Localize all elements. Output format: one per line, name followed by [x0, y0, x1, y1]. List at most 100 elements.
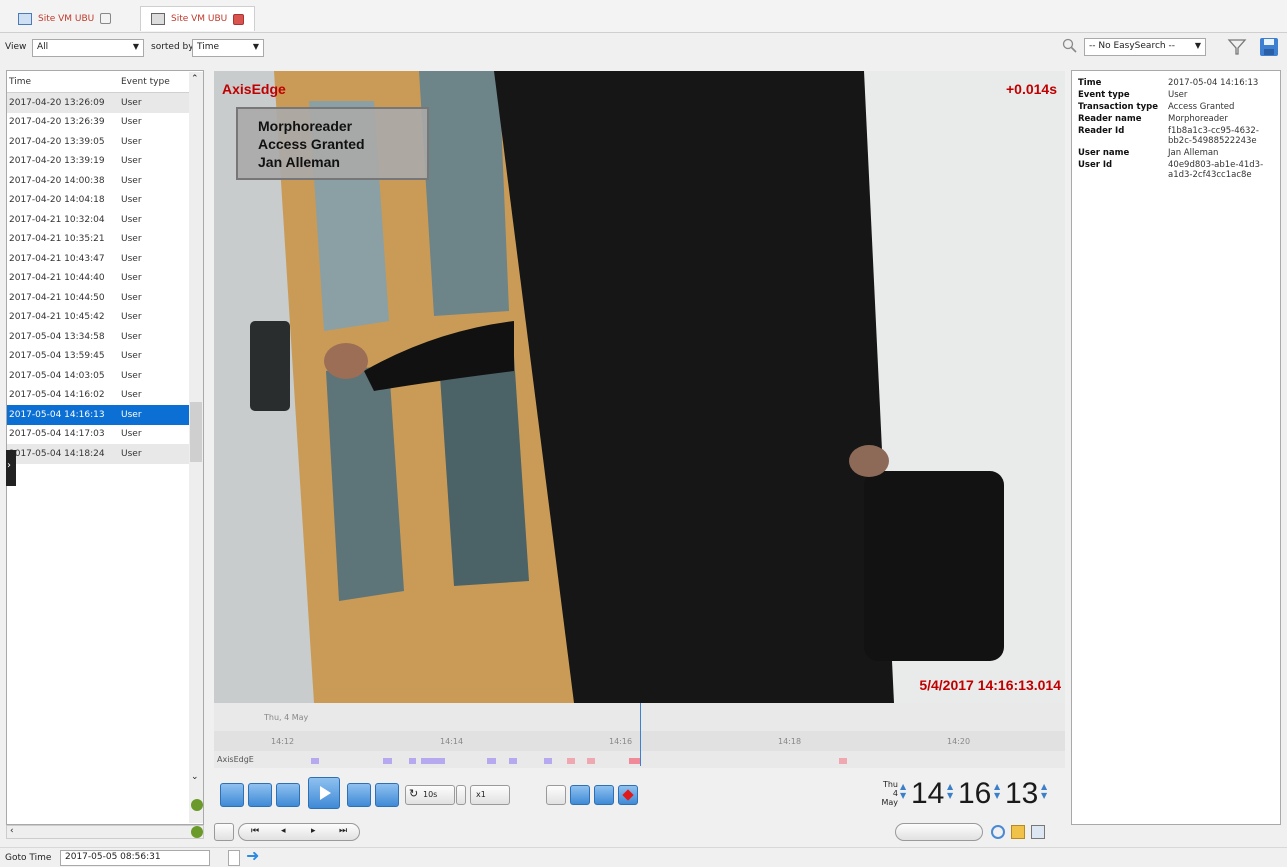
snapshot-button[interactable] — [594, 785, 614, 805]
clock-minutes[interactable]: 16 — [958, 777, 991, 811]
video-player[interactable]: AxisEdge +0.014s Morphoreader Access Gra… — [214, 71, 1065, 703]
sync-icon[interactable] — [991, 825, 1005, 839]
clock-hours[interactable]: 14 — [911, 777, 944, 811]
list-item[interactable]: 2017-04-21 10:35:21 User — [7, 230, 203, 250]
detail-row: Event type User — [1072, 89, 1280, 101]
speed-select[interactable]: x1 — [470, 785, 510, 805]
next-icon[interactable]: ▸ — [311, 826, 316, 836]
list-item[interactable]: 2017-04-20 13:39:05 User — [7, 132, 203, 152]
close-icon[interactable] — [100, 13, 112, 24]
fullscreen-icon[interactable] — [1031, 825, 1045, 839]
list-item[interactable]: 2017-05-04 14:17:03 User — [7, 425, 203, 445]
list-item[interactable]: 2017-04-20 14:04:18 User — [7, 191, 203, 211]
list-item[interactable]: 2017-04-21 10:43:47 User — [7, 249, 203, 269]
event-time: 2017-05-04 14:18:24 — [9, 448, 105, 459]
list-item[interactable]: 2017-05-04 13:59:45 User — [7, 347, 203, 367]
event-type: User — [121, 117, 142, 128]
date-spinner[interactable]: ▲ ▼ — [900, 782, 906, 800]
expand-panel-handle[interactable]: › — [6, 450, 16, 486]
list-item[interactable]: 2017-04-21 10:45:42 User — [7, 308, 203, 328]
easysearch-select[interactable]: -- No EasySearch -- ▼ — [1084, 38, 1206, 56]
timeline[interactable]: Thu, 4 May 14:12 14:14 14:16 14:18 14:20… — [214, 703, 1065, 768]
frame-back-button[interactable] — [276, 783, 300, 807]
event-marker[interactable] — [544, 758, 552, 764]
list-item[interactable]: 2017-05-04 14:16:13 User — [7, 405, 203, 425]
list-hscrollbar[interactable]: ‹ › — [6, 825, 204, 839]
step-forward-button[interactable] — [375, 783, 399, 807]
event-time: 2017-05-04 14:03:05 — [9, 370, 105, 381]
scroll-thumb[interactable] — [190, 402, 202, 462]
list-item[interactable]: 2017-05-04 13:34:58 User — [7, 327, 203, 347]
chevron-down-icon: ▼ — [1194, 41, 1201, 50]
go-arrow-icon[interactable]: ➜ — [246, 848, 259, 864]
status-indicator-icon — [191, 826, 203, 838]
last-icon[interactable]: ⏭ — [339, 826, 347, 836]
hours-spinner[interactable]: ▲ ▼ — [947, 782, 953, 800]
skip-interval-arrow[interactable] — [456, 785, 466, 805]
camera-tab-icon — [18, 12, 32, 25]
event-marker[interactable] — [567, 758, 575, 764]
list-item[interactable]: 2017-05-04 14:16:02 User — [7, 386, 203, 406]
list-item[interactable]: 2017-04-20 13:26:09 User — [7, 93, 203, 113]
grid-icon[interactable] — [1011, 825, 1025, 839]
goto-spinner[interactable] — [228, 850, 240, 866]
tab-site-vm-1[interactable]: Site VM UBU — [8, 6, 121, 31]
play-button[interactable] — [308, 777, 340, 809]
detail-key: Time — [1078, 78, 1102, 88]
detail-value: 40e9d803-ab1e-41d3-a1d3-2cf43cc1ac8e — [1168, 160, 1264, 180]
event-marker[interactable] — [839, 758, 847, 764]
event-details-panel: Time 2017-05-04 14:16:13 Event type User Tra… — [1071, 70, 1281, 825]
first-icon[interactable]: ⏮ — [251, 826, 259, 836]
event-marker[interactable] — [421, 758, 445, 764]
event-marker[interactable] — [383, 758, 392, 764]
playhead[interactable] — [640, 703, 641, 766]
tab-site-vm-2[interactable]: Site VM UBU — [140, 6, 256, 31]
event-marker[interactable] — [487, 758, 496, 764]
record-button[interactable] — [618, 785, 638, 805]
event-marker[interactable] — [311, 758, 319, 764]
event-marker[interactable] — [587, 758, 595, 764]
list-scrollbar[interactable]: ⌃ ⌄ — [189, 72, 203, 823]
export-button[interactable] — [546, 785, 566, 805]
goto-time-input[interactable]: 2017-05-05 08:56:31 — [60, 850, 210, 866]
list-item[interactable]: 2017-05-04 14:18:24 User — [7, 444, 203, 464]
goto-label: Goto Time — [5, 853, 52, 863]
list-item[interactable]: 2017-04-20 13:39:19 User — [7, 152, 203, 172]
previous-icon[interactable]: ◂ — [281, 826, 286, 836]
view-select[interactable]: All ▼ — [32, 39, 144, 57]
clock-seconds[interactable]: 13 — [1005, 777, 1038, 811]
list-item[interactable]: 2017-04-21 10:44:40 User — [7, 269, 203, 289]
list-toggle-button[interactable] — [214, 823, 234, 841]
navigation-buttons[interactable]: ⏮ ◂ ▸ ⏭ — [238, 823, 360, 841]
filter-icon[interactable] — [1227, 37, 1247, 57]
list-item[interactable]: 2017-05-04 14:03:05 User — [7, 366, 203, 386]
skip-start-button[interactable] — [220, 783, 244, 807]
step-back-button[interactable] — [248, 783, 272, 807]
list-item[interactable]: 2017-04-21 10:44:50 User — [7, 288, 203, 308]
frame-forward-button[interactable] — [347, 783, 371, 807]
chevron-up-icon[interactable]: ⌃ — [191, 74, 199, 84]
list-rows: 2017-04-20 13:26:09 User 2017-04-20 13:26:… — [7, 93, 203, 464]
search-icon[interactable] — [1062, 38, 1078, 54]
event-track[interactable] — [269, 758, 1065, 764]
skip-interval-select[interactable]: ↻ 10s — [405, 785, 455, 805]
list-item[interactable]: 2017-04-20 13:26:39 User — [7, 113, 203, 133]
status-indicator-icon — [191, 799, 203, 811]
seconds-spinner[interactable]: ▲ ▼ — [1041, 782, 1047, 800]
column-event-type[interactable]: Event type — [119, 71, 189, 92]
timeline-mode-buttons[interactable] — [895, 823, 983, 841]
bookmark-button[interactable] — [570, 785, 590, 805]
list-item[interactable]: 2017-04-21 10:32:04 User — [7, 210, 203, 230]
list-item[interactable]: 2017-04-20 14:00:38 User — [7, 171, 203, 191]
chevron-down-icon[interactable]: ⌄ — [191, 772, 199, 782]
event-marker[interactable] — [509, 758, 517, 764]
column-time[interactable]: Time — [7, 71, 119, 92]
close-icon[interactable] — [233, 13, 245, 25]
minutes-spinner[interactable]: ▲ ▼ — [994, 782, 1000, 800]
event-marker[interactable] — [409, 758, 416, 764]
chevron-left-icon[interactable]: ‹ — [10, 826, 14, 836]
loop-icon: ↻ — [409, 787, 419, 800]
save-icon[interactable] — [1259, 37, 1279, 57]
tick-label: 14:20 — [947, 737, 971, 746]
sort-select[interactable]: Time ▼ — [192, 39, 264, 57]
